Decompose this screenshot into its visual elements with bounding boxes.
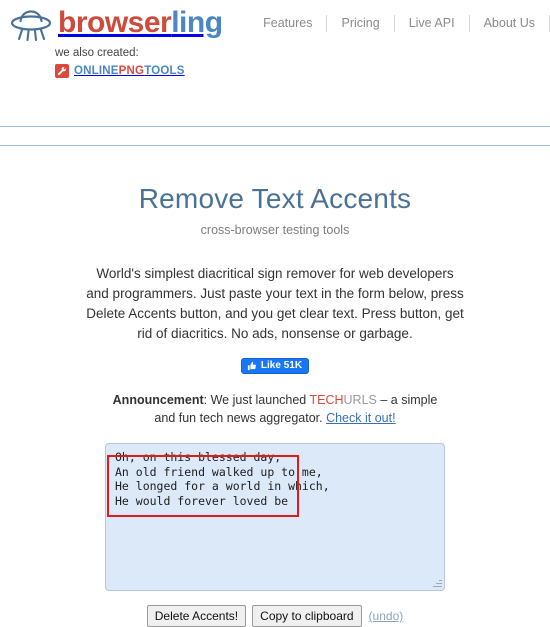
announcement: Announcement: We just launched TECHURLS … — [110, 391, 440, 427]
undo-link[interactable]: (undo) — [369, 609, 404, 623]
announcement-link[interactable]: Check it out! — [326, 411, 395, 425]
opt-part-online: ONLINE — [74, 64, 119, 77]
onlinepngtools-label: ONLINEPNGTOOLS — [74, 65, 185, 77]
opt-part-tools: TOOLS — [144, 64, 185, 77]
divider-gap — [0, 127, 550, 145]
nav-item-about-us[interactable]: About Us — [470, 14, 549, 32]
browserling-wordmark: browserling — [58, 6, 223, 40]
page-subtitle: cross-browser testing tools — [200, 223, 350, 237]
thumbs-up-icon — [247, 361, 261, 371]
editor-container — [105, 443, 445, 591]
main-content: Remove Text Accents cross-browser testin… — [0, 146, 550, 627]
wordmark-ling: ling — [171, 6, 223, 39]
action-buttons: Delete Accents! Copy to clipboard (undo) — [0, 605, 550, 627]
facebook-like-container: Like 51K — [0, 358, 550, 374]
text-input-area[interactable] — [105, 443, 445, 591]
announcement-text-before: : We just launched — [203, 393, 310, 407]
nav-item-features[interactable]: Features — [249, 14, 326, 32]
wrench-icon — [55, 63, 69, 78]
main-navigation: Features Pricing Live API About Us — [249, 14, 550, 32]
nav-item-live-api[interactable]: Live API — [395, 14, 469, 32]
site-header: browserling we also created: ONLINEPNGTO… — [0, 0, 550, 126]
opt-part-png: PNG — [118, 64, 145, 77]
ufo-icon — [8, 8, 54, 42]
also-created-label: we also created: — [55, 47, 139, 59]
techurls-part-urls: URLS — [343, 393, 377, 407]
facebook-like-button[interactable]: Like 51K — [240, 358, 310, 374]
facebook-like-label: Like 51K — [260, 360, 303, 371]
tool-description: World's simplest diacritical sign remove… — [86, 266, 464, 341]
copy-to-clipboard-button[interactable]: Copy to clipboard — [252, 605, 362, 627]
announcement-label: Announcement — [112, 393, 204, 407]
nav-item-pricing[interactable]: Pricing — [327, 14, 393, 32]
wordmark-browser: browser — [58, 6, 172, 39]
delete-accents-button[interactable]: Delete Accents! — [146, 605, 247, 627]
browserling-logo[interactable]: browserling — [8, 6, 223, 42]
techurls-part-tech: TECH — [309, 393, 344, 407]
onlinepngtools-link[interactable]: ONLINEPNGTOOLS — [55, 63, 185, 78]
page-title: Remove Text Accents — [138, 183, 412, 214]
